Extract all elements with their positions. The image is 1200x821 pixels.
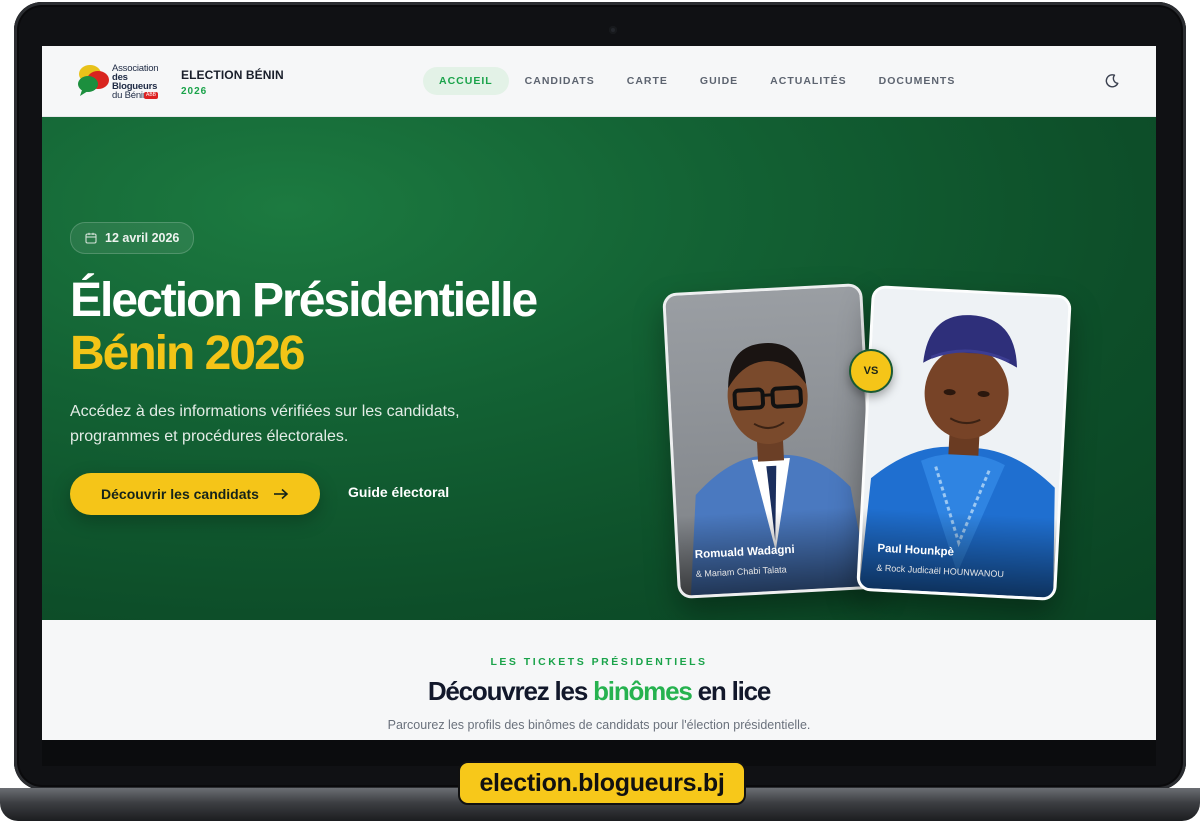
camera-icon bbox=[609, 26, 617, 34]
nav-item-accueil[interactable]: ACCUEIL bbox=[423, 67, 509, 95]
url-badge: election.blogueurs.bj bbox=[458, 761, 746, 805]
logo[interactable]: Association des Blogueurs du Bénin ABB bbox=[76, 60, 170, 102]
nav-item-actualites[interactable]: ACTUALITÉS bbox=[754, 67, 863, 95]
main-nav: ACCUEIL CANDIDATS CARTE GUIDE ACTUALITÉS… bbox=[423, 67, 971, 95]
candidate-card-wadagni[interactable]: Romuald Wadagni & Mariam Chabi Talata bbox=[662, 282, 878, 600]
nav-item-documents[interactable]: DOCUMENTS bbox=[863, 67, 972, 95]
candidate-card-hounkpe[interactable]: Paul Hounkpè & Rock Judicaël HOUNWANOU bbox=[856, 284, 1072, 602]
nav-item-carte[interactable]: CARTE bbox=[611, 67, 684, 95]
hero-section: 12 avril 2026 Élection Présidentielle Bé… bbox=[42, 117, 1156, 620]
section-eyebrow: LES TICKETS PRÉSIDENTIELS bbox=[490, 656, 708, 668]
section-title-part1: Découvrez les bbox=[427, 676, 594, 706]
section-title: Découvrez les binômes en lice bbox=[42, 676, 1156, 707]
hero-title-line2: Bénin 2026 bbox=[70, 327, 305, 380]
site-header: Association des Blogueurs du Bénin ABB E… bbox=[42, 46, 1156, 117]
logo-bubbles-icon bbox=[78, 65, 109, 96]
logo-text: Association des Blogueurs du Bénin bbox=[112, 63, 159, 101]
calendar-icon bbox=[85, 232, 97, 244]
site-title-text: ELECTION BÉNIN bbox=[181, 68, 284, 82]
date-text: 12 avril 2026 bbox=[105, 231, 180, 245]
hero-title: Élection Présidentielle Bénin 2026 bbox=[70, 274, 538, 380]
site-title-year: 2026 bbox=[181, 86, 208, 97]
moon-icon[interactable] bbox=[1104, 73, 1120, 89]
hero-title-line1: Élection Présidentielle bbox=[70, 274, 538, 327]
discover-candidates-button[interactable]: Découvrir les candidats bbox=[70, 473, 320, 515]
logo-tag: ABB bbox=[144, 92, 159, 99]
section-subtitle: Parcourez les profils des binômes de can… bbox=[387, 718, 811, 732]
discover-candidates-label: Découvrir les candidats bbox=[101, 486, 259, 502]
site-title[interactable]: ELECTION BÉNIN 2026 bbox=[181, 68, 284, 97]
section-title-highlight: binômes bbox=[593, 676, 693, 706]
nav-item-candidats[interactable]: CANDIDATS bbox=[509, 67, 611, 95]
browser-screen: Association des Blogueurs du Bénin ABB E… bbox=[42, 46, 1156, 740]
vs-badge: VS bbox=[849, 349, 893, 393]
date-badge: 12 avril 2026 bbox=[70, 222, 195, 254]
electoral-guide-link[interactable]: Guide électoral bbox=[348, 484, 449, 500]
hero-description: Accédez à des informations vérifiées sur… bbox=[70, 403, 460, 445]
arrow-right-icon bbox=[273, 488, 289, 500]
section-title-part2: en lice bbox=[691, 676, 772, 706]
nav-item-guide[interactable]: GUIDE bbox=[684, 67, 754, 95]
tickets-section: LES TICKETS PRÉSIDENTIELS Découvrez les … bbox=[42, 620, 1156, 740]
